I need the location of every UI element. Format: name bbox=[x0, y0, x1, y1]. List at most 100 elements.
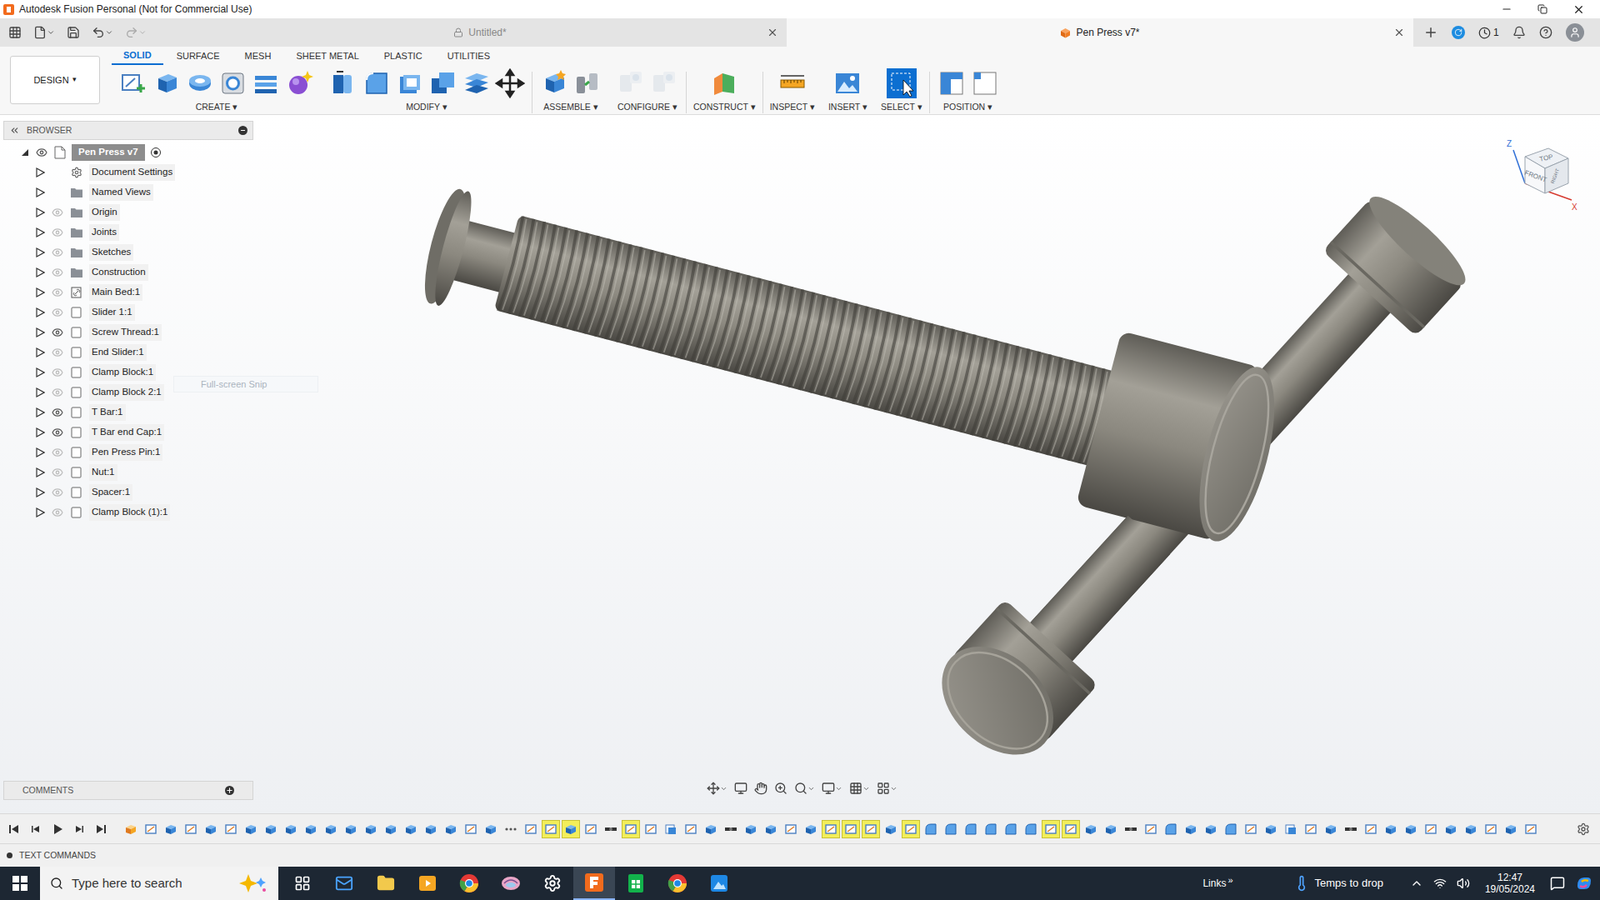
collapsed-triangle-icon[interactable] bbox=[35, 287, 45, 298]
media-taskbar-button[interactable] bbox=[406, 866, 449, 900]
timeline-feature[interactable] bbox=[401, 820, 420, 839]
timeline-feature[interactable] bbox=[221, 820, 240, 839]
taskview-taskbar-button[interactable] bbox=[281, 866, 324, 900]
timeline-feature[interactable] bbox=[1341, 820, 1360, 839]
timeline-feature[interactable] bbox=[1181, 820, 1200, 839]
redo-icon[interactable] bbox=[125, 25, 139, 40]
toolbar-tab[interactable]: SURFACE bbox=[165, 46, 232, 65]
toolbar-group-label[interactable]: MODIFY ▾ bbox=[405, 100, 448, 115]
timeline-feature[interactable] bbox=[781, 820, 800, 839]
activate-radio-icon[interactable] bbox=[150, 146, 162, 159]
timeline-feature[interactable] bbox=[1021, 820, 1040, 839]
timeline-feature[interactable] bbox=[501, 820, 520, 839]
timeline-feature[interactable] bbox=[1001, 820, 1020, 839]
hidden-eye-icon[interactable] bbox=[51, 306, 64, 319]
fusion-taskbar-button[interactable] bbox=[573, 866, 615, 900]
collapsed-triangle-icon[interactable] bbox=[35, 507, 45, 518]
new-tab-icon[interactable] bbox=[1423, 25, 1439, 40]
collapsed-triangle-icon[interactable] bbox=[35, 187, 45, 198]
file-caret-icon[interactable] bbox=[46, 28, 55, 37]
settings-taskbar-button[interactable] bbox=[531, 866, 574, 900]
hidden-eye-icon[interactable] bbox=[51, 506, 64, 519]
browser-item[interactable]: Construction bbox=[3, 262, 254, 283]
browser-item[interactable]: Clamp Block (1):1 bbox=[3, 502, 254, 523]
timeline-feature[interactable] bbox=[1521, 820, 1540, 839]
restore-icon[interactable] bbox=[1537, 4, 1548, 15]
notifications-icon[interactable] bbox=[1512, 25, 1526, 40]
browser-item[interactable]: Origin bbox=[3, 202, 254, 223]
pen-press-model[interactable] bbox=[0, 115, 1600, 814]
tool-button[interactable] bbox=[395, 68, 425, 99]
timeline-feature[interactable] bbox=[1321, 820, 1340, 839]
timeline-feature[interactable] bbox=[601, 820, 620, 839]
tool-button[interactable] bbox=[777, 68, 808, 99]
collapsed-triangle-icon[interactable] bbox=[35, 247, 45, 258]
look-at-icon[interactable] bbox=[734, 781, 748, 795]
toolbar-group-label[interactable]: POSITION ▾ bbox=[943, 100, 993, 115]
timeline-feature[interactable] bbox=[561, 820, 580, 839]
timeline-feature[interactable] bbox=[581, 820, 600, 839]
toolbar-tab[interactable]: SOLID bbox=[111, 46, 164, 65]
tool-button[interactable] bbox=[218, 68, 249, 99]
timeline-feature[interactable] bbox=[1041, 820, 1060, 839]
hidden-eye-icon[interactable] bbox=[51, 466, 64, 479]
timeline-feature[interactable] bbox=[1501, 820, 1520, 839]
hidden-eye-icon[interactable] bbox=[51, 446, 64, 459]
visible-eye-icon[interactable] bbox=[35, 146, 48, 159]
timeline-feature[interactable] bbox=[801, 820, 820, 839]
timeline-feature[interactable] bbox=[1141, 820, 1160, 839]
chrome-taskbar-button[interactable] bbox=[448, 866, 490, 900]
tool-button[interactable] bbox=[285, 68, 315, 99]
tool-button[interactable] bbox=[709, 68, 740, 99]
browser-item[interactable]: End Slider:1 bbox=[3, 342, 254, 363]
volume-icon[interactable] bbox=[1456, 876, 1470, 890]
tool-button[interactable] bbox=[328, 68, 359, 99]
browser-item[interactable]: Nut:1 bbox=[3, 462, 254, 483]
timeline-feature[interactable] bbox=[201, 820, 220, 839]
timeline-feature[interactable] bbox=[1221, 820, 1240, 839]
timeline-feature[interactable] bbox=[661, 820, 680, 839]
redo-caret-icon[interactable] bbox=[138, 28, 147, 37]
expanded-triangle-icon[interactable] bbox=[20, 147, 30, 158]
play-icon[interactable] bbox=[51, 823, 64, 835]
collapsed-triangle-icon[interactable] bbox=[35, 167, 45, 178]
hidden-eye-icon[interactable] bbox=[51, 246, 64, 259]
toolbar-group-label[interactable]: ASSEMBLE ▾ bbox=[543, 100, 599, 115]
collapsed-triangle-icon[interactable] bbox=[35, 447, 45, 458]
canvas[interactable]: TOPFRONTRIGHTZXBROWSERPen Press v7Docume… bbox=[0, 115, 1600, 814]
viewports-icon[interactable] bbox=[876, 781, 890, 795]
browser-item[interactable]: Pen Press Pin:1 bbox=[3, 442, 254, 463]
tool-button[interactable] bbox=[461, 68, 492, 99]
copilot-icon[interactable] bbox=[1575, 874, 1594, 893]
timeline-feature[interactable] bbox=[1381, 820, 1400, 839]
collapse-panel-icon[interactable] bbox=[9, 125, 20, 136]
collapsed-triangle-icon[interactable] bbox=[35, 207, 45, 218]
timeline-feature[interactable] bbox=[941, 820, 960, 839]
timeline-feature[interactable] bbox=[1081, 820, 1100, 839]
chrome-taskbar-button[interactable] bbox=[656, 866, 699, 900]
collapsed-triangle-icon[interactable] bbox=[35, 487, 45, 498]
timeline-feature[interactable] bbox=[281, 820, 300, 839]
weather-widget[interactable]: Temps to drop bbox=[1293, 875, 1384, 892]
text-commands-bar[interactable]: TEXT COMMANDS bbox=[0, 843, 1600, 867]
timeline-feature[interactable] bbox=[361, 820, 380, 839]
sync-icon[interactable] bbox=[1451, 25, 1465, 40]
browser-item[interactable]: Screw Thread:1 bbox=[3, 322, 254, 343]
hidden-eye-icon[interactable] bbox=[51, 206, 64, 219]
zoom-icon[interactable] bbox=[774, 781, 788, 795]
browser-item[interactable]: T Bar:1 bbox=[3, 402, 254, 423]
collapsed-triangle-icon[interactable] bbox=[35, 227, 45, 238]
timeline-feature[interactable] bbox=[1101, 820, 1120, 839]
toolbar-group-label[interactable]: CONFIGURE ▾ bbox=[617, 100, 678, 115]
timeline-feature[interactable] bbox=[1421, 820, 1440, 839]
collapsed-triangle-icon[interactable] bbox=[35, 467, 45, 478]
tray-overflow-icon[interactable] bbox=[1410, 876, 1424, 890]
timeline-feature[interactable] bbox=[721, 820, 740, 839]
tool-button[interactable] bbox=[970, 68, 1000, 99]
timeline-feature[interactable] bbox=[161, 820, 180, 839]
hidden-eye-icon[interactable] bbox=[51, 366, 64, 379]
timeline-feature[interactable] bbox=[901, 820, 920, 839]
collapsed-triangle-icon[interactable] bbox=[35, 267, 45, 278]
taskbar-search[interactable]: Type here to search bbox=[40, 866, 279, 900]
timeline-feature[interactable] bbox=[381, 820, 400, 839]
